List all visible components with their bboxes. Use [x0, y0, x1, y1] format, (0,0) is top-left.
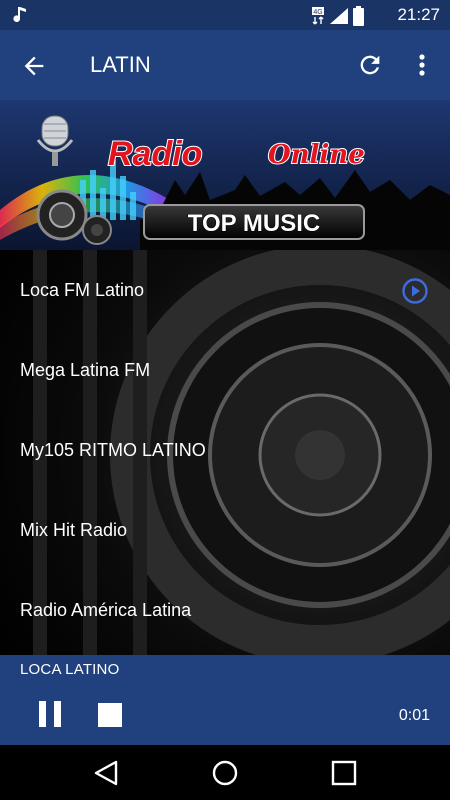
station-item[interactable]: Mix Hit Radio: [0, 490, 450, 570]
play-circle-icon[interactable]: [402, 278, 428, 304]
more-vert-icon[interactable]: [412, 51, 432, 79]
station-item[interactable]: Loca FM Latino: [0, 250, 450, 330]
station-list: Loca FM Latino Mega Latina FM My105 RITM…: [0, 250, 450, 655]
elapsed-time: 0:01: [398, 707, 430, 724]
banner-radio-text: Radio: [108, 135, 202, 173]
stop-icon[interactable]: [98, 703, 122, 727]
station-name: My105 RITMO LATINO: [20, 440, 206, 460]
app-bar: LATIN: [0, 30, 450, 100]
status-icons: 4G: [311, 6, 364, 26]
nav-back-icon[interactable]: [92, 759, 120, 787]
station-name: Mix Hit Radio: [20, 520, 128, 540]
banner-top-music-text: TOP MUSIC: [188, 210, 320, 237]
network-4g-icon: 4G: [312, 7, 324, 25]
nav-home-icon[interactable]: [211, 759, 239, 787]
battery-icon: [353, 6, 364, 26]
banner-online-text: Online: [268, 140, 365, 170]
music-note-icon: [13, 7, 26, 23]
station-item[interactable]: My105 RITMO LATINO: [0, 410, 450, 490]
navigation-bar: [0, 745, 450, 800]
refresh-icon[interactable]: [356, 51, 384, 79]
station-item[interactable]: Radio América Latina: [0, 570, 450, 650]
station-name: Radio América Latina: [20, 600, 192, 620]
radio-online-banner: Radio Online TOP MUSIC: [0, 100, 450, 250]
station-name: Mega Latina FM: [20, 360, 151, 380]
arrow-back-icon[interactable]: [20, 52, 48, 80]
banner-artwork: Radio Online TOP MUSIC: [0, 100, 450, 250]
now-playing-title: LOCA LATINO: [20, 661, 120, 678]
player-bar: LOCA LATINO 0:01: [0, 655, 450, 745]
clock: 21:27: [397, 5, 440, 24]
pause-icon[interactable]: [36, 701, 64, 727]
page-title: LATIN: [90, 52, 151, 77]
signal-icon: [330, 8, 348, 24]
svg-text:4G: 4G: [313, 9, 322, 16]
nav-recents-icon[interactable]: [330, 759, 358, 787]
station-name: Loca FM Latino: [20, 280, 145, 300]
station-item[interactable]: Mega Latina FM: [0, 330, 450, 410]
status-bar: 4G 21:27: [0, 0, 450, 30]
